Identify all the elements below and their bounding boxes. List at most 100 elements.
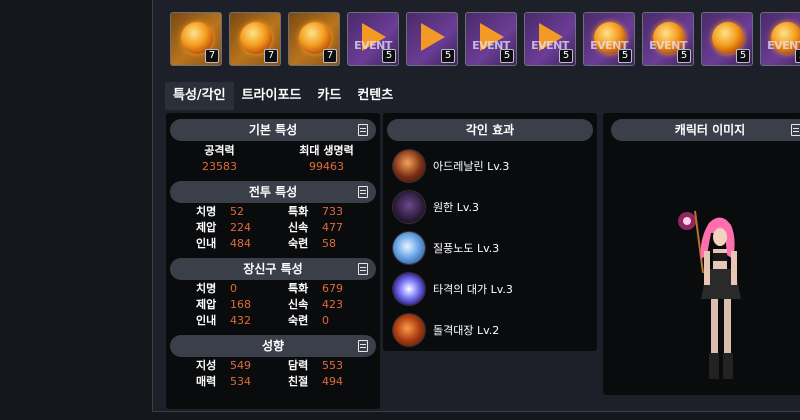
gem-slot-11[interactable]: EVENT5 — [760, 12, 800, 66]
document-icon[interactable] — [358, 124, 368, 136]
character-image-panel: 캐릭터 이미지 — [603, 113, 800, 395]
stat-value: 477 — [322, 221, 343, 234]
section-title: 캐릭터 이미지 — [674, 123, 746, 137]
raid-captain-icon — [393, 313, 425, 346]
stat-label: 인내 — [196, 237, 217, 250]
stat-label: 신속 — [288, 298, 309, 311]
gem-slot-8[interactable]: EVENT 5 — [583, 12, 635, 66]
stat-label: 제압 — [196, 221, 217, 234]
tab-tripods[interactable]: 트라이포드 — [234, 82, 310, 110]
max-hp-label: 최대 생명력 — [299, 144, 354, 157]
stat-value: 224 — [230, 221, 251, 234]
combat-stats-header: 전투 특성 — [170, 181, 376, 203]
stat-label: 지성 — [196, 359, 217, 372]
gem-level: 5 — [500, 49, 514, 63]
stat-value: 733 — [322, 205, 343, 218]
basic-stats-header: 기본 특성 — [170, 119, 376, 141]
section-title: 장신구 특성 — [243, 262, 303, 276]
stat-value: 484 — [230, 237, 251, 250]
gem-slot-2[interactable]: 7 — [229, 12, 281, 66]
gem-level: 5 — [795, 49, 800, 63]
gale-icon — [393, 231, 425, 264]
gem-slot-7[interactable]: EVENT 5 — [524, 12, 576, 66]
stat-label: 인내 — [196, 314, 217, 327]
stat-value: 549 — [230, 359, 251, 372]
document-icon[interactable] — [358, 263, 368, 275]
tendency-header: 성향 — [170, 335, 376, 357]
gem-level: 5 — [618, 49, 632, 63]
accessory-stats-header: 장신구 특성 — [170, 258, 376, 280]
hit-master-icon — [393, 272, 425, 305]
stat-value: 423 — [322, 298, 343, 311]
gem-slot-5[interactable]: 5 — [406, 12, 458, 66]
engraving-item[interactable]: 타격의 대가 Lv.3 — [383, 268, 597, 309]
engraving-list: 아드레날린 Lv.3 원한 Lv.3 질풍노도 Lv.3 타격의 대가 Lv.3… — [383, 145, 597, 350]
gem-slot-4[interactable]: EVENT 5 — [347, 12, 399, 66]
stat-label: 치명 — [196, 205, 217, 218]
gem-level: 5 — [559, 49, 573, 63]
grudge-icon — [393, 190, 425, 223]
character-figure — [678, 210, 741, 379]
engraving-item[interactable]: 질풍노도 Lv.3 — [383, 227, 597, 268]
stat-value: 0 — [322, 314, 329, 327]
stat-label: 치명 — [196, 282, 217, 295]
gem-slot-1[interactable]: 7 — [170, 12, 222, 66]
section-title: 성향 — [261, 339, 285, 353]
accessory-stats-grid: 치명 0 특화 679 제압 168 신속 423 인내 432 숙련 0 — [196, 281, 380, 329]
section-title: 전투 특성 — [248, 185, 298, 199]
stat-label: 제압 — [196, 298, 217, 311]
engraving-item[interactable]: 돌격대장 Lv.2 — [383, 309, 597, 350]
adrenaline-icon — [393, 149, 425, 182]
stat-value: 534 — [230, 375, 251, 388]
stat-label: 특화 — [288, 282, 309, 295]
stat-value: 168 — [230, 298, 251, 311]
stat-label: 특화 — [288, 205, 309, 218]
document-icon[interactable] — [358, 340, 368, 352]
gem-slot-3[interactable]: 7 — [288, 12, 340, 66]
stat-value: 494 — [322, 375, 343, 388]
gem-level: 7 — [205, 49, 219, 63]
engravings-header: 각인 효과 — [387, 119, 593, 141]
gem-level: 7 — [323, 49, 337, 63]
document-icon[interactable] — [358, 186, 368, 198]
gem-level: 5 — [441, 49, 455, 63]
engravings-panel: 각인 효과 아드레날린 Lv.3 원한 Lv.3 질풍노도 Lv.3 타격의 대… — [383, 113, 597, 351]
basic-stats: 공격력 23583 최대 생명력 99463 — [166, 143, 380, 175]
section-title: 각인 효과 — [465, 123, 515, 137]
gem-level: 5 — [736, 49, 750, 63]
tab-cards[interactable]: 카드 — [309, 82, 349, 110]
gem-slot-6[interactable]: EVENT 5 — [465, 12, 517, 66]
gem-level: 7 — [264, 49, 278, 63]
character-image-header: 캐릭터 이미지 — [611, 119, 800, 141]
stat-value: 58 — [322, 237, 336, 250]
stat-label: 매력 — [196, 375, 217, 388]
profile-tabs: 특성/각인 트라이포드 카드 컨텐츠 — [165, 82, 401, 110]
gem-slot-9[interactable]: EVENT 5 — [642, 12, 694, 66]
gem-level: 5 — [677, 49, 691, 63]
engraving-name: 타격의 대가 Lv.3 — [433, 282, 513, 296]
stat-label: 숙련 — [288, 237, 309, 250]
combat-stats-grid: 치명 52 특화 733 제압 224 신속 477 인내 484 숙련 58 — [196, 204, 380, 252]
stat-value: 679 — [322, 282, 343, 295]
stat-value: 432 — [230, 314, 251, 327]
tab-traits-engravings[interactable]: 특성/각인 — [165, 82, 234, 110]
stat-label: 친절 — [288, 375, 309, 388]
section-title: 기본 특성 — [248, 123, 298, 137]
attack-value: 23583 — [202, 160, 237, 173]
engraving-item[interactable]: 아드레날린 Lv.3 — [383, 145, 597, 186]
max-hp-value: 99463 — [309, 160, 344, 173]
stat-value: 52 — [230, 205, 244, 218]
stat-label: 신속 — [288, 221, 309, 234]
engraving-name: 아드레날린 Lv.3 — [433, 159, 510, 173]
engraving-item[interactable]: 원한 Lv.3 — [383, 186, 597, 227]
gem-slot-10[interactable]: 5 — [701, 12, 753, 66]
stat-value: 0 — [230, 282, 237, 295]
gem-level: 5 — [382, 49, 396, 63]
attack-label: 공격력 — [204, 144, 235, 157]
stat-label: 숙련 — [288, 314, 309, 327]
tab-contents[interactable]: 컨텐츠 — [349, 82, 401, 110]
tendency-grid: 지성 549 담력 553 매력 534 친절 494 — [196, 358, 380, 390]
stat-value: 553 — [322, 359, 343, 372]
engraving-name: 돌격대장 Lv.2 — [433, 323, 500, 337]
document-icon[interactable] — [791, 124, 800, 136]
